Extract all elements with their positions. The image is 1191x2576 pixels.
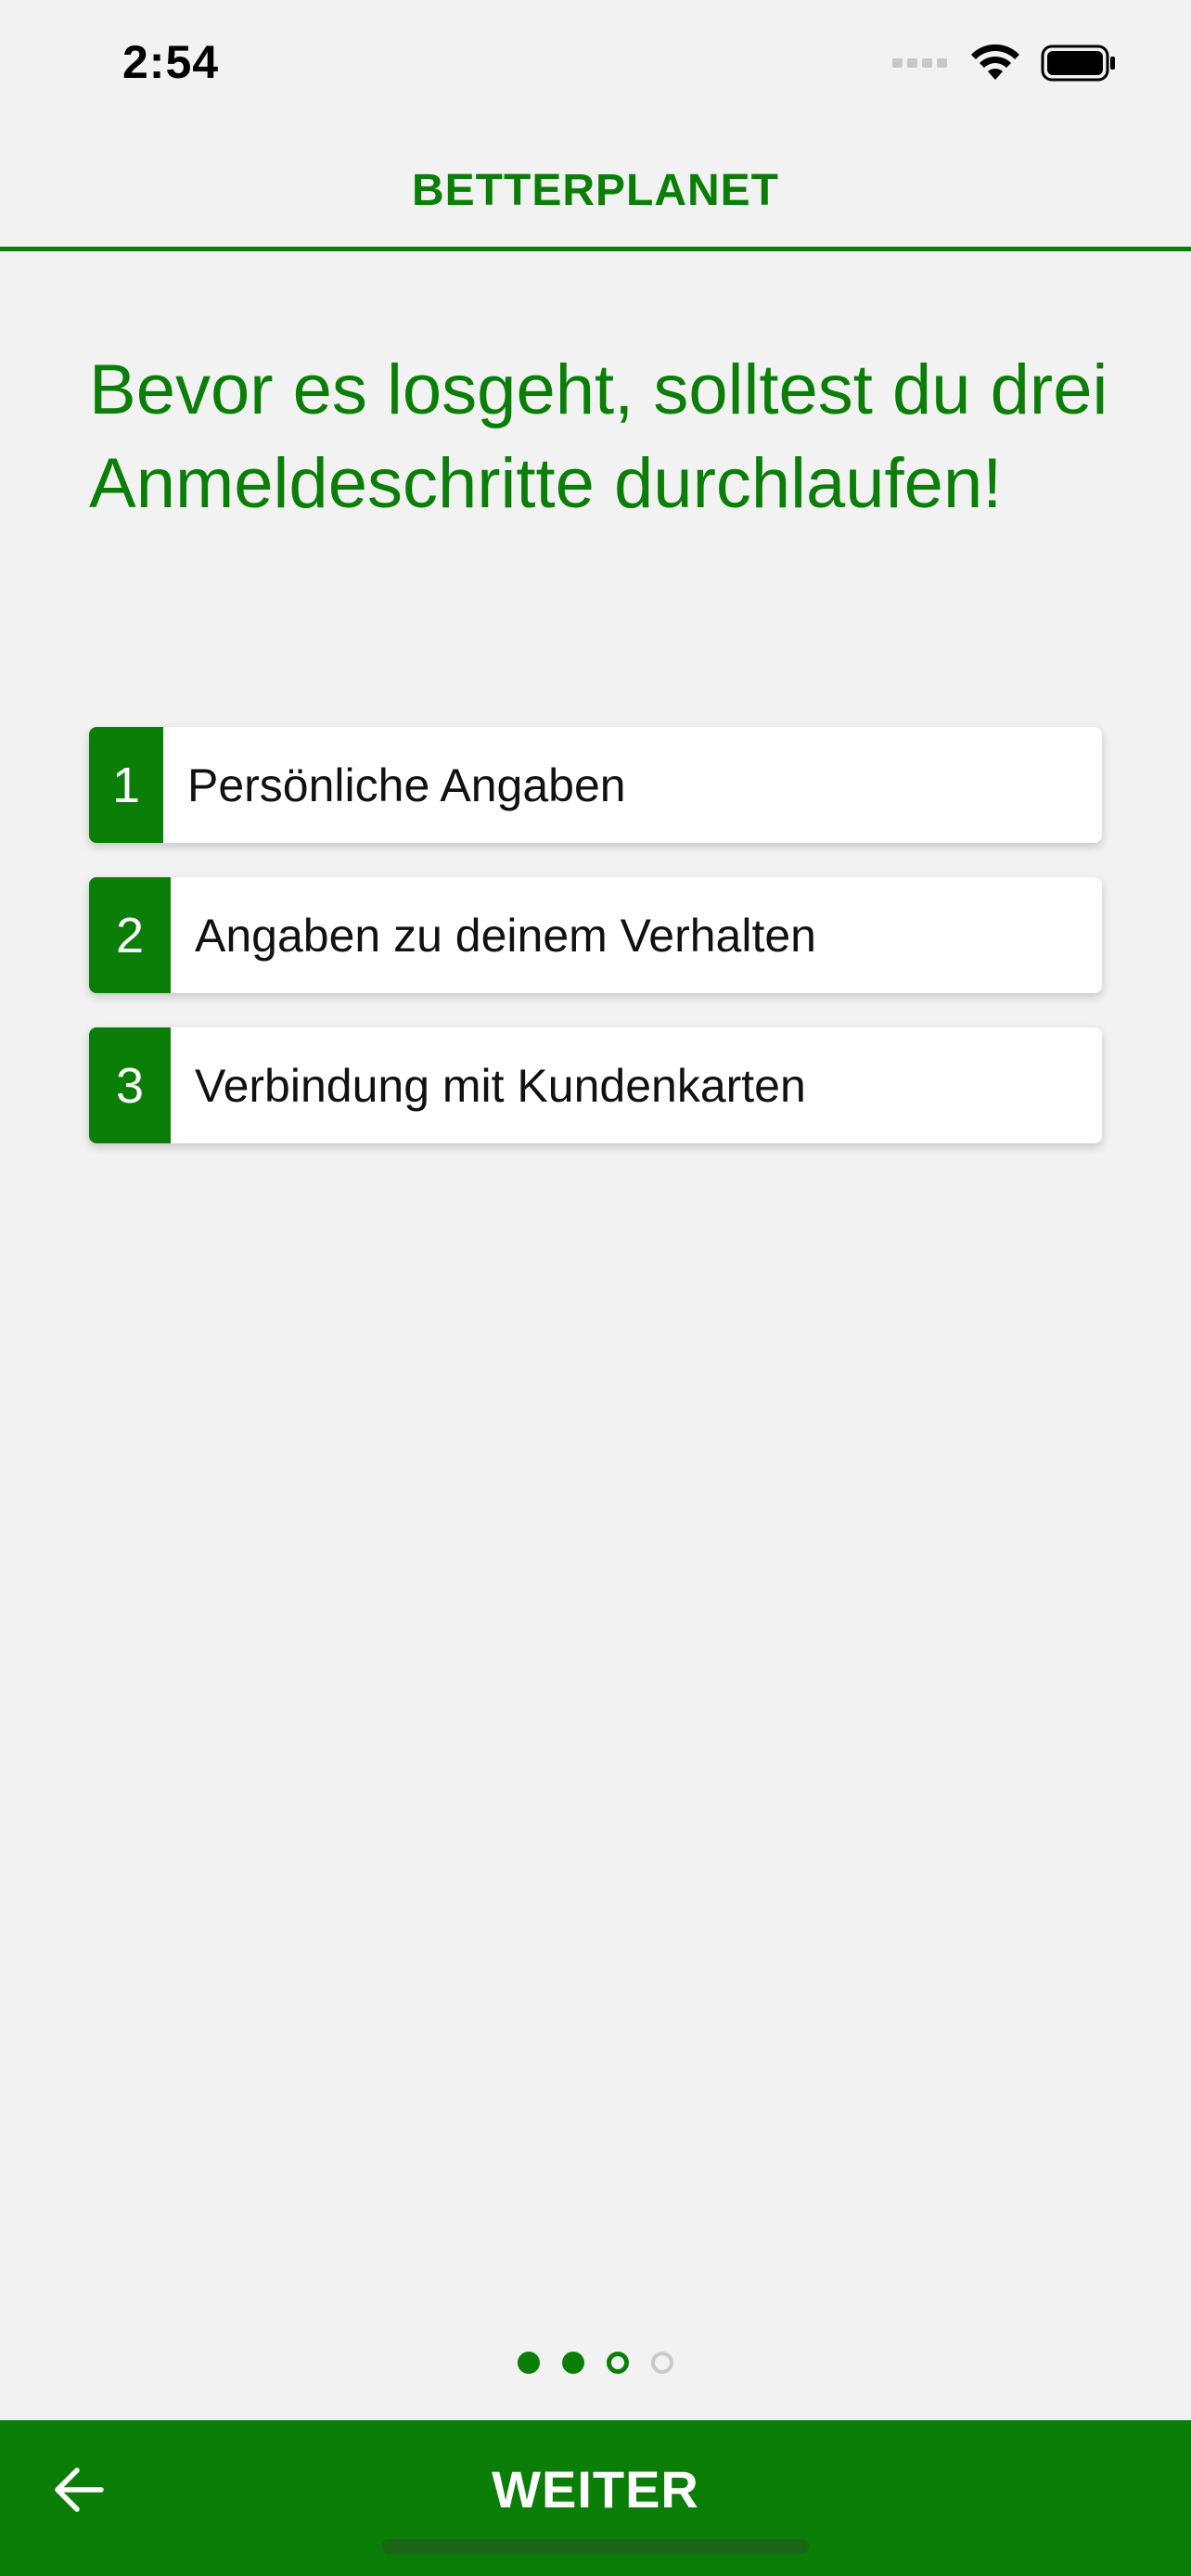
step-number: 1 (89, 727, 163, 843)
wifi-icon (971, 45, 1019, 80)
nav-title: BETTERPLANET (412, 166, 779, 215)
home-indicator (382, 2539, 809, 2554)
intro-headline: Bevor es losgeht, solltest du drei Anmel… (89, 351, 1108, 523)
step-label: Persönliche Angaben (187, 759, 626, 811)
status-time: 2:54 (122, 36, 220, 88)
page-dot-current (607, 2352, 629, 2374)
step-item-2: 2 Angaben zu deinem Verhalten (89, 877, 1102, 993)
step-item-3: 3 Verbindung mit Kundenkarten (89, 1027, 1102, 1143)
page-dot (651, 2352, 673, 2374)
step-number: 2 (89, 877, 171, 993)
page-indicator (0, 2352, 1191, 2374)
page-dot (562, 2352, 584, 2374)
step-item-1: 1 Persönliche Angaben (89, 727, 1102, 843)
next-button[interactable]: WEITER (410, 2448, 781, 2531)
cellular-icon (892, 58, 947, 68)
status-bar: 2:54 (0, 0, 1191, 139)
arrow-left-icon (55, 2468, 104, 2512)
nav-bar: BETTERPLANET (0, 139, 1191, 251)
step-label: Verbindung mit Kundenkarten (195, 1059, 806, 1112)
step-label: Angaben zu deinem Verhalten (195, 909, 816, 962)
back-button[interactable] (46, 2457, 111, 2522)
step-number: 3 (89, 1027, 171, 1143)
battery-icon (1041, 45, 1115, 82)
steps-list: 1 Persönliche Angaben 2 Angaben zu deine… (89, 727, 1102, 1178)
status-icons (892, 45, 1117, 82)
page-dot (518, 2352, 540, 2374)
